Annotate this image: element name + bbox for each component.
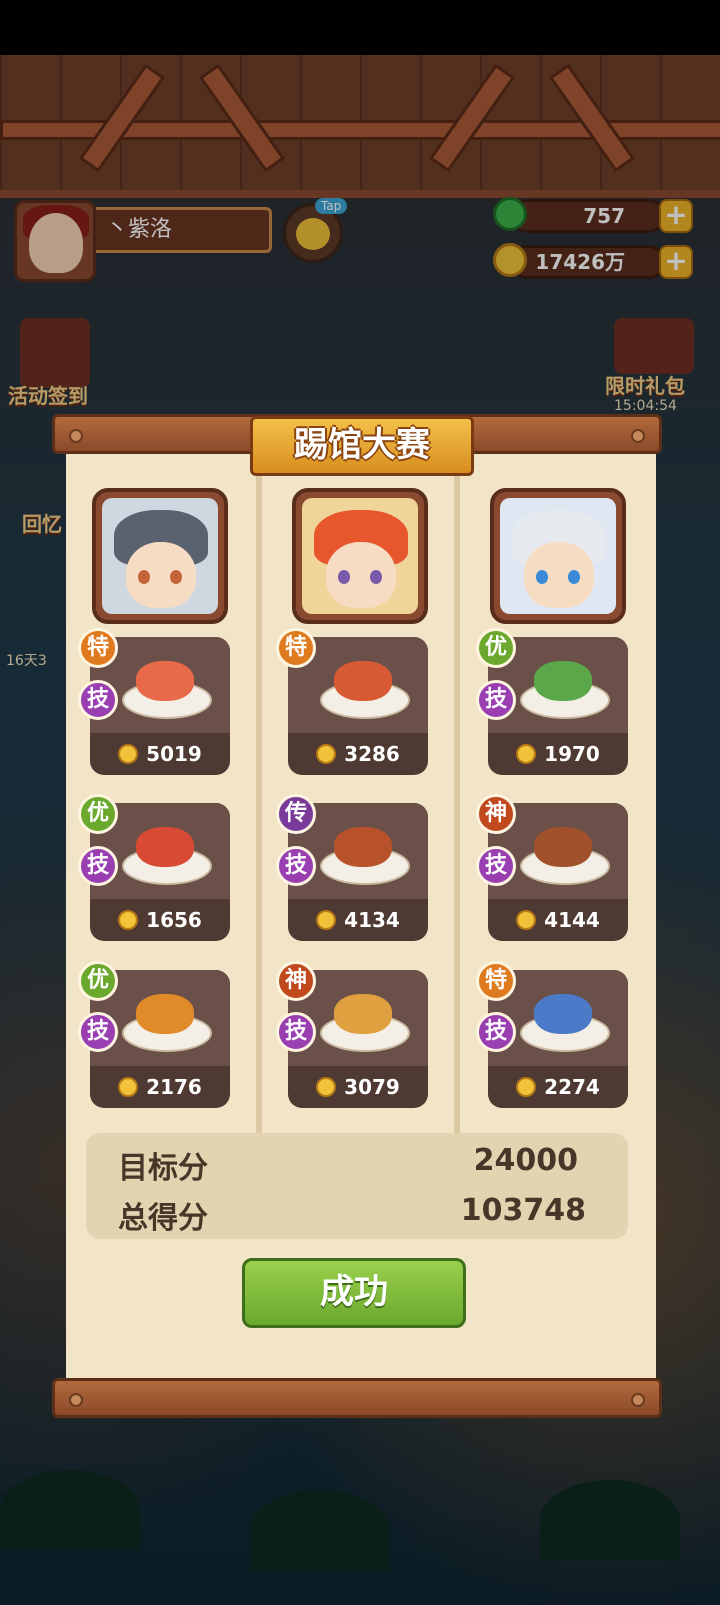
skill-badge: 技 [78,680,118,720]
grade-badge: 特 [78,628,118,668]
chef-eye [536,570,548,584]
dish-price: 2274 [488,1072,628,1102]
grade-badge: 优 [78,794,118,834]
chef-face [326,542,396,608]
target-score-value: 24000 [473,1143,578,1178]
grade-badge: 神 [476,794,516,834]
chef-eye [138,570,150,584]
dish-food-icon [534,661,592,701]
dish-price: 2176 [90,1072,230,1102]
chef-eye [568,570,580,584]
grade-badge: 优 [476,628,516,668]
skill-badge: 技 [476,1012,516,1052]
total-score-value: 103748 [460,1193,586,1228]
grade-badge: 神 [276,961,316,1001]
dish-price-value: 2176 [146,1075,202,1099]
skill-badge: 技 [78,1012,118,1052]
coin-icon [316,744,337,764]
dish-price: 3286 [288,739,428,769]
dish-price-value: 3286 [344,742,400,766]
coin-icon [118,910,139,930]
dish-price-value: 2274 [544,1075,600,1099]
dish-price-value: 1970 [544,742,600,766]
grade-badge: 特 [276,628,316,668]
chef-eye [338,570,350,584]
column-divider [256,455,262,1155]
rod-knob [69,429,83,443]
dish-price: 3079 [288,1072,428,1102]
scroll-rod-bottom [52,1378,662,1418]
coin-icon [118,1077,139,1097]
coin-icon [316,1077,337,1097]
dish-food-icon [534,994,592,1034]
column-divider [454,455,460,1155]
skill-badge: 技 [78,846,118,886]
rod-knob [631,429,645,443]
dish-price: 1656 [90,905,230,935]
dish-food-icon [334,661,392,701]
coin-icon [516,910,537,930]
chef-face [524,542,594,608]
dish-price-value: 4134 [344,908,400,932]
dish-price: 5019 [90,739,230,769]
coin-icon [516,1077,537,1097]
coin-icon [516,744,537,764]
modal-title: 踢馆大赛 [250,416,474,476]
target-score-label: 目标分 [118,1151,208,1186]
dish-food-icon [334,827,392,867]
skill-badge: 技 [276,846,316,886]
coin-icon [118,744,139,764]
skill-badge: 技 [276,1012,316,1052]
chef-eye [370,570,382,584]
skill-badge: 技 [476,680,516,720]
dish-price: 4144 [488,905,628,935]
chef-face [126,542,196,608]
dish-price-value: 4144 [544,908,600,932]
skill-badge: 技 [476,846,516,886]
total-score-label: 总得分 [118,1201,208,1236]
grade-badge: 优 [78,961,118,1001]
dish-price: 4134 [288,905,428,935]
dish-food-icon [136,827,194,867]
dish-food-icon [136,994,194,1034]
grade-badge: 特 [476,961,516,1001]
dish-price: 1970 [488,739,628,769]
dish-food-icon [334,994,392,1034]
rod-knob [631,1393,645,1407]
dish-price-value: 3079 [344,1075,400,1099]
rod-knob [69,1393,83,1407]
dish-price-value: 1656 [146,908,202,932]
grade-badge: 传 [276,794,316,834]
dish-food-icon [534,827,592,867]
success-button[interactable]: 成功 [242,1258,466,1328]
dish-price-value: 5019 [146,742,202,766]
chef-eye [170,570,182,584]
chef-portrait-2[interactable] [292,488,428,624]
dish-food-icon [136,661,194,701]
coin-icon [316,910,337,930]
chef-portrait-1[interactable] [92,488,228,624]
chef-portrait-3[interactable] [490,488,626,624]
